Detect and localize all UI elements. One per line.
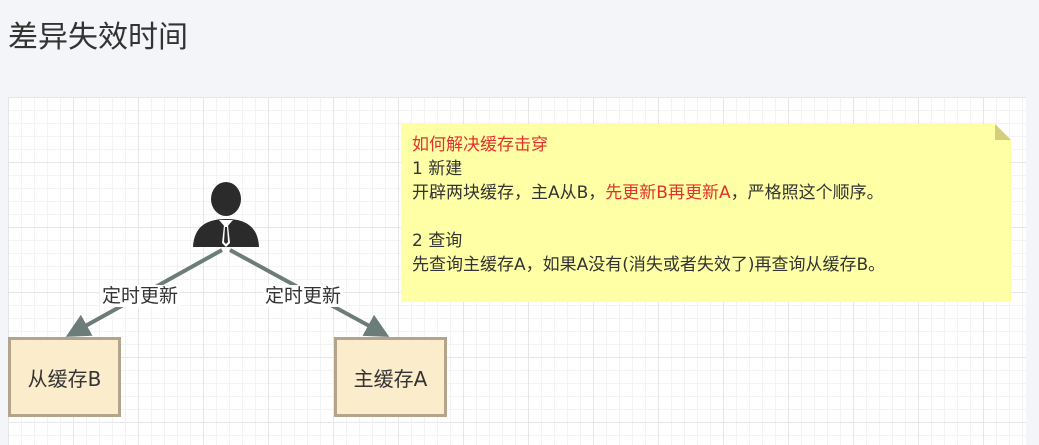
note-section2-title: 2 查询 bbox=[412, 231, 463, 251]
edge-label-right: 定时更新 bbox=[263, 285, 344, 307]
user-icon[interactable] bbox=[193, 182, 259, 247]
note-section1-text-a: 开辟两块缓存，主A从B， bbox=[412, 183, 606, 203]
edge-label-left: 定时更新 bbox=[100, 285, 181, 307]
master-cache-box[interactable]: 主缓存A bbox=[334, 337, 447, 417]
note-text: 如何解决缓存击穿 1 新建 开辟两块缓存，主A从B，先更新B再更新A，严格照这个… bbox=[412, 133, 885, 277]
note-heading: 如何解决缓存击穿 bbox=[412, 135, 548, 155]
note-section1-text-b: ，严格照这个顺序。 bbox=[730, 183, 884, 203]
sticky-note[interactable]: 如何解决缓存击穿 1 新建 开辟两块缓存，主A从B，先更新B再更新A，严格照这个… bbox=[401, 124, 1011, 302]
master-cache-label: 主缓存A bbox=[353, 366, 428, 391]
slave-cache-label: 从缓存B bbox=[27, 366, 102, 391]
page-title: 差异失效时间 bbox=[8, 20, 188, 55]
note-section1-line: 开辟两块缓存，主A从B，先更新B再更新A，严格照这个顺序。 bbox=[412, 181, 885, 205]
note-section1-title: 1 新建 bbox=[412, 159, 463, 179]
note-spacer bbox=[412, 205, 885, 229]
diagram-canvas[interactable]: 定时更新 定时更新 从缓存B 主缓存A 如何解决缓存击穿 1 新建 开辟两块缓存… bbox=[8, 97, 1026, 445]
slave-cache-box[interactable]: 从缓存B bbox=[8, 337, 121, 417]
note-section2-text: 先查询主缓存A，如果A没有(消失或者失效了)再查询从缓存B。 bbox=[412, 255, 886, 275]
note-section1-highlight: 先更新B再更新A bbox=[605, 183, 731, 203]
